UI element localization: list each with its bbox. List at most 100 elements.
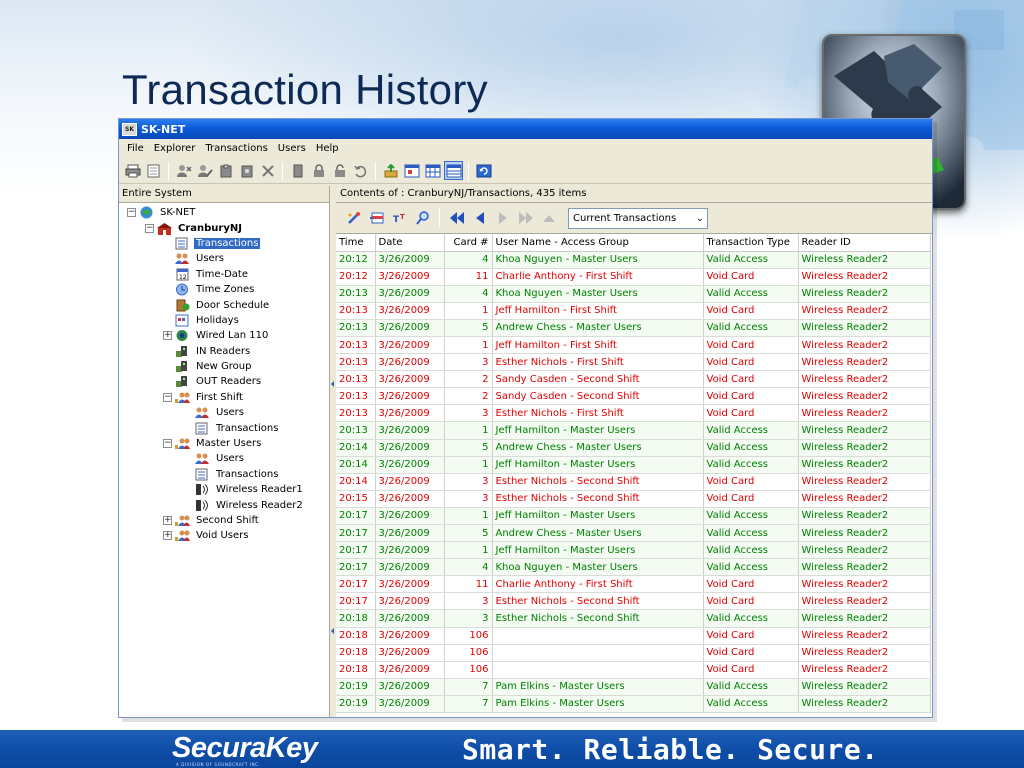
- table-row[interactable]: 20:14 3/26/2009 5 Andrew Chess - Master Use…: [336, 439, 931, 457]
- table-row[interactable]: 20:19 3/26/2009 7 Pam Elkins - Master Users…: [336, 695, 931, 714]
- table-row[interactable]: 20:13 3/26/2009 1 Jeff Hamilton - First Shi…: [336, 302, 931, 320]
- lock-icon[interactable]: [309, 161, 328, 180]
- table-row[interactable]: 20:18 3/26/2009 106 Void Card Wireless Reade…: [336, 627, 931, 645]
- table-row[interactable]: 20:18 3/26/2009 106 Void Card Wireless Reade…: [336, 661, 931, 679]
- wand-icon[interactable]: [344, 209, 363, 228]
- table-row[interactable]: 20:17 3/26/2009 5 Andrew Chess - Master Use…: [336, 524, 931, 543]
- table-row[interactable]: 20:15 3/26/2009 3 Esther Nichols - Second S…: [336, 490, 931, 508]
- column-header-reader-id[interactable]: Reader ID: [798, 234, 931, 252]
- tree-node-new-group[interactable]: New Group: [119, 359, 329, 374]
- tree-node-users[interactable]: Users: [119, 251, 329, 266]
- column-header-time[interactable]: Time: [336, 234, 376, 252]
- collapse-icon[interactable]: −: [163, 439, 172, 449]
- print-icon[interactable]: [123, 161, 142, 180]
- table-row[interactable]: 20:17 3/26/2009 3 Esther Nichols - Second S…: [336, 592, 931, 611]
- user-add-icon[interactable]: [174, 161, 193, 180]
- export-icon[interactable]: [381, 161, 400, 180]
- collapse-icon[interactable]: −: [127, 208, 136, 218]
- door-icon[interactable]: [288, 161, 307, 180]
- table-row[interactable]: 20:13 3/26/2009 3 Esther Nichols - First Sh…: [336, 353, 931, 372]
- column-header-card[interactable]: Card #: [444, 234, 493, 252]
- table-row[interactable]: 20:13 3/26/2009 2 Sandy Casden - Second Shi…: [336, 370, 931, 389]
- collapse-icon[interactable]: −: [145, 223, 154, 233]
- menu-users[interactable]: Users: [273, 143, 311, 154]
- table-row[interactable]: 20:13 3/26/2009 1 Jeff Hamilton - First Shi…: [336, 336, 931, 355]
- tree-node-in-readers[interactable]: IN Readers: [119, 344, 329, 359]
- menu-help[interactable]: Help: [311, 143, 344, 154]
- tree-node-wired-lan[interactable]: + Wired Lan 110: [119, 328, 329, 343]
- unlock-icon[interactable]: [330, 161, 349, 180]
- tree-node-first-shift-users[interactable]: Users: [119, 405, 329, 420]
- undo-icon[interactable]: [351, 161, 370, 180]
- expand-icon[interactable]: +: [163, 516, 172, 525]
- table-row[interactable]: 20:13 3/26/2009 2 Sandy Casden - Second Shi…: [336, 387, 931, 406]
- tree-node-void-users[interactable]: + Void Users: [119, 528, 329, 543]
- preview-icon[interactable]: [144, 161, 163, 180]
- table-row[interactable]: 20:13 3/26/2009 1 Jeff Hamilton - Master Us…: [336, 421, 931, 440]
- first-icon[interactable]: [447, 209, 466, 228]
- menu-explorer[interactable]: Explorer: [149, 143, 201, 154]
- grid-icon[interactable]: [423, 161, 442, 180]
- tree-node-master-users[interactable]: − Master Users: [119, 436, 329, 451]
- chevron-down-icon[interactable]: ⌄: [696, 213, 704, 224]
- menu-transactions[interactable]: Transactions: [200, 143, 272, 154]
- tree-node-first-shift-transactions[interactable]: Transactions: [119, 420, 329, 435]
- user-edit-icon[interactable]: [195, 161, 214, 180]
- tree-node-second-shift[interactable]: + Second Shift: [119, 513, 329, 528]
- table-row[interactable]: 20:14 3/26/2009 3 Esther Nichols - Second S…: [336, 473, 931, 491]
- tree-node-out-readers[interactable]: OUT Readers: [119, 374, 329, 389]
- find-icon[interactable]: [413, 209, 432, 228]
- tree-node-time-zones[interactable]: Time Zones: [119, 282, 329, 297]
- table-row[interactable]: 20:17 3/26/2009 11 Charlie Anthony - First …: [336, 575, 931, 594]
- refresh-icon[interactable]: [474, 161, 493, 180]
- delete-icon[interactable]: [258, 161, 277, 180]
- transactions-table: Time Date Card # User Name - Access Grou…: [336, 234, 931, 714]
- tree-node-transactions[interactable]: Transactions: [119, 236, 329, 251]
- up-icon[interactable]: [539, 209, 558, 228]
- expand-icon[interactable]: +: [163, 531, 172, 541]
- clipboard-icon[interactable]: [216, 161, 235, 180]
- table-row[interactable]: 20:17 3/26/2009 1 Jeff Hamilton - Master Us…: [336, 507, 931, 526]
- tree-node-master-users-users[interactable]: Users: [119, 451, 329, 466]
- tree-node-cranburynj[interactable]: − CranburyNJ: [119, 220, 329, 235]
- table-row[interactable]: 20:13 3/26/2009 4 Khoa Nguyen - Master User…: [336, 285, 931, 303]
- tree-node-door-schedule[interactable]: Door Schedule: [119, 297, 329, 312]
- splitter-arrow-icon[interactable]: [331, 381, 334, 387]
- column-header-date[interactable]: Date: [375, 234, 445, 252]
- cell-user-name: Andrew Chess - Master Users: [492, 319, 704, 337]
- table-row[interactable]: 20:12 3/26/2009 4 Khoa Nguyen - Master User…: [336, 251, 931, 269]
- column-header-user-name[interactable]: User Name - Access Group: [492, 234, 704, 252]
- cell-card: 106: [444, 627, 493, 645]
- table-row[interactable]: 20:18 3/26/2009 3 Esther Nichols - Second S…: [336, 609, 931, 628]
- previous-icon[interactable]: [470, 209, 489, 228]
- cell-reader-id: Wireless Reader2: [798, 592, 931, 611]
- splitter-arrow-icon[interactable]: [331, 628, 334, 634]
- table-row[interactable]: 20:19 3/26/2009 7 Pam Elkins - Master Users…: [336, 678, 931, 696]
- tree-node-sk-net[interactable]: − SK-NET: [119, 205, 329, 220]
- font-size-icon[interactable]: TT: [390, 209, 409, 228]
- tree-node-first-shift[interactable]: − First Shift: [119, 390, 329, 405]
- table-row[interactable]: 20:14 3/26/2009 1 Jeff Hamilton - Master Us…: [336, 456, 931, 474]
- expand-icon[interactable]: +: [163, 331, 172, 341]
- clipboard-user-icon[interactable]: [237, 161, 256, 180]
- window-icon[interactable]: [402, 161, 421, 180]
- table-row[interactable]: 20:13 3/26/2009 3 Esther Nichols - First Sh…: [336, 404, 931, 423]
- table-row[interactable]: 20:17 3/26/2009 4 Khoa Nguyen - Master User…: [336, 558, 931, 577]
- collapse-icon[interactable]: −: [163, 392, 172, 402]
- tree-node-holidays[interactable]: Holidays: [119, 313, 329, 328]
- tree-node-time-date[interactable]: 12 Time-Date: [119, 267, 329, 282]
- menu-file[interactable]: File: [122, 143, 149, 154]
- table-row[interactable]: 20:12 3/26/2009 11 Charlie Anthony - First …: [336, 268, 931, 286]
- tree-node-wireless-reader2[interactable]: Wireless Reader2: [119, 497, 329, 512]
- last-icon[interactable]: [516, 209, 535, 228]
- tree-node-master-users-transactions[interactable]: Transactions: [119, 467, 329, 482]
- column-header-transaction-type[interactable]: Transaction Type: [703, 234, 799, 252]
- table-row[interactable]: 20:13 3/26/2009 5 Andrew Chess - Master Use…: [336, 319, 931, 337]
- table-row[interactable]: 20:17 3/26/2009 1 Jeff Hamilton - Master Us…: [336, 541, 931, 560]
- table-row[interactable]: 20:18 3/26/2009 106 Void Card Wireless Reade…: [336, 644, 931, 662]
- table-icon[interactable]: [444, 161, 463, 180]
- next-icon[interactable]: [493, 209, 512, 228]
- transactions-filter-select[interactable]: Current Transactions ⌄: [568, 207, 708, 229]
- tree-node-wireless-reader1[interactable]: Wireless Reader1: [119, 482, 329, 497]
- add-row-icon[interactable]: [367, 209, 386, 228]
